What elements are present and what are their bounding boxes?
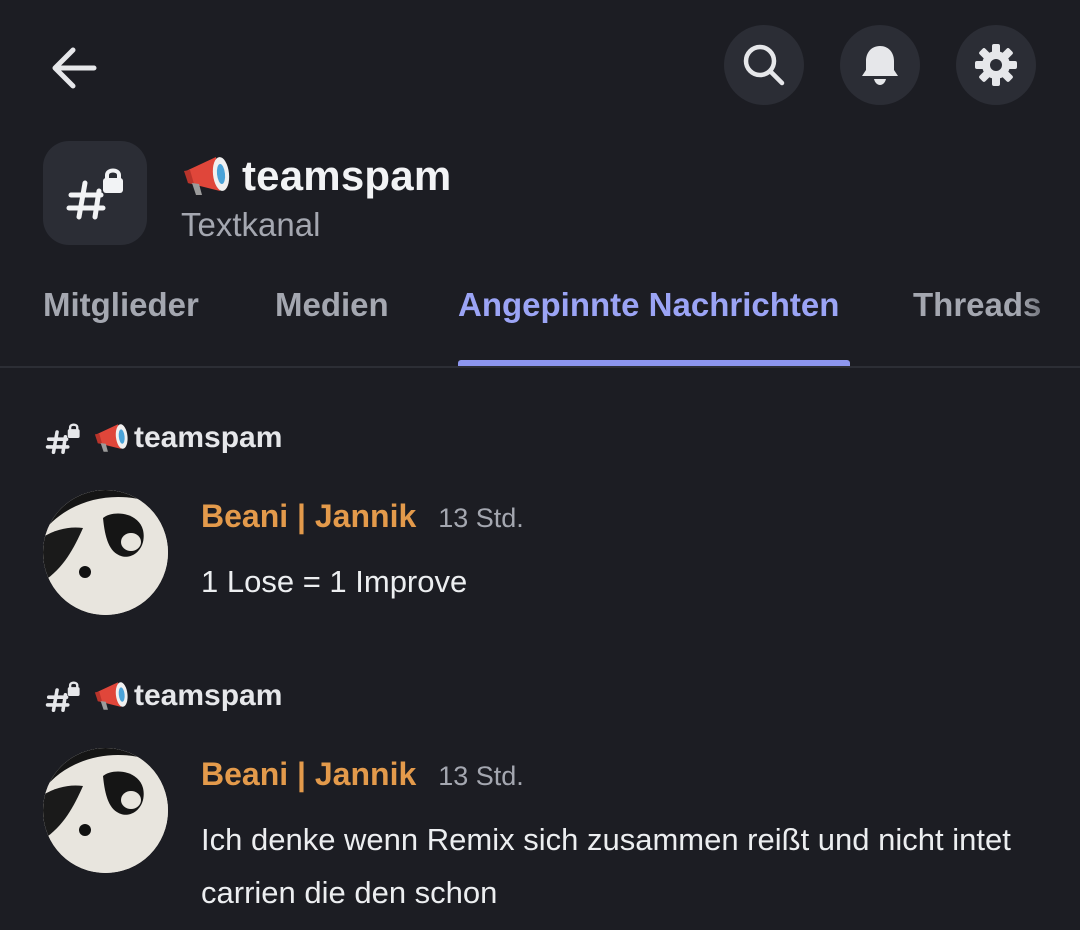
- pinned-message-channel-name: teamspam: [134, 679, 283, 712]
- message-timestamp: 13 Std.: [438, 761, 524, 791]
- tab-bar: Mitglieder Medien Angepinnte Nachrichten…: [0, 270, 1080, 368]
- gear-icon: [975, 44, 1017, 86]
- active-tab-indicator: [458, 360, 850, 366]
- settings-button[interactable]: [956, 25, 1036, 105]
- message-timestamp: 13 Std.: [438, 503, 524, 533]
- notifications-button[interactable]: [840, 25, 920, 105]
- pinned-message-channel[interactable]: teamspam: [44, 668, 282, 724]
- avatar[interactable]: [43, 490, 168, 615]
- channel-icon: [43, 141, 147, 245]
- channel-title: teamspam: [180, 148, 451, 204]
- message-header: Beani | Jannik 13 Std.: [201, 756, 524, 800]
- channel-type-label: Textkanal: [181, 206, 321, 243]
- pinned-message-channel-name: teamspam: [134, 421, 283, 454]
- message-author[interactable]: Beani | Jannik: [201, 756, 416, 793]
- back-button[interactable]: [38, 32, 110, 104]
- tab-members[interactable]: Mitglieder: [43, 286, 199, 324]
- search-button[interactable]: [724, 25, 804, 105]
- message-header: Beani | Jannik 13 Std.: [201, 498, 524, 542]
- locked-hashtag-icon: [45, 681, 80, 713]
- tab-media[interactable]: Medien: [275, 286, 389, 324]
- message-text: Ich denke wenn Remix sich zusammen reißt…: [201, 822, 1011, 910]
- penguin-avatar-image: [43, 490, 168, 615]
- penguin-avatar-image: [43, 748, 168, 873]
- avatar[interactable]: [43, 748, 168, 873]
- search-icon: [743, 44, 785, 86]
- arrow-left-icon: [52, 47, 97, 89]
- bell-icon: [862, 46, 898, 85]
- pinned-messages-screen: teamspam Textkanal Mitglieder Medien Ang…: [0, 0, 1080, 930]
- megaphone-emoji-icon: [94, 682, 128, 710]
- locked-hashtag-icon: [66, 168, 123, 220]
- pinned-message-channel[interactable]: teamspam: [44, 410, 282, 466]
- tab-threads[interactable]: Threads: [913, 286, 1041, 324]
- message-text: 1 Lose = 1 Improve: [201, 564, 468, 599]
- tab-pinned-messages[interactable]: Angepinnte Nachrichten: [458, 286, 839, 324]
- channel-name: teamspam: [242, 152, 452, 199]
- megaphone-emoji-icon: [184, 157, 230, 195]
- megaphone-emoji-icon: [94, 424, 128, 452]
- message-author[interactable]: Beani | Jannik: [201, 498, 416, 535]
- locked-hashtag-icon: [45, 423, 80, 455]
